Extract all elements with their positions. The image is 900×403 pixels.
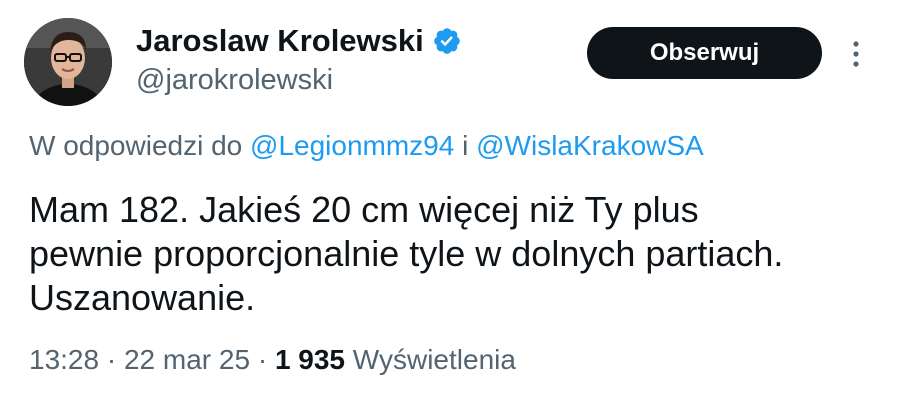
views-count: 1 935 — [274, 344, 346, 375]
mention-link-wislakrakowsa[interactable]: @WislaKrakowSA — [476, 130, 704, 161]
tweet-text-line: pewnie proporcjonalnie tyle w dolnych pa… — [29, 233, 784, 274]
avatar[interactable] — [24, 18, 112, 106]
avatar-photo-icon — [24, 18, 112, 106]
verified-badge-icon — [432, 26, 462, 56]
tweet-card: Jaroslaw Krolewski @jarokrolewski Obserw… — [0, 0, 900, 403]
meta-separator: · — [257, 344, 268, 375]
tweet-text: Mam 182. Jakieś 20 cm więcej niż Ty plus… — [29, 188, 879, 320]
reply-conjunction: i — [462, 130, 469, 161]
tweet-meta: 13:28 · 22 mar 25 · 1 935 Wyświetlenia — [29, 342, 516, 378]
tweet-text-line: Uszanowanie. — [29, 277, 256, 318]
reply-context: W odpowiedzi do @Legionmmz94 i @WislaKra… — [29, 128, 704, 164]
reply-prefix: W odpowiedzi do — [29, 130, 243, 161]
views-label: Wyświetlenia — [352, 344, 516, 375]
name-row: Jaroslaw Krolewski — [136, 22, 462, 60]
tweet-text-line: Mam 182. Jakieś 20 cm więcej niż Ty plus — [29, 189, 699, 230]
tweet-time[interactable]: 13:28 — [29, 344, 99, 375]
mention-link-legionmmz94[interactable]: @Legionmmz94 — [250, 130, 454, 161]
author-display-name[interactable]: Jaroslaw Krolewski — [136, 22, 424, 60]
more-vertical-icon — [853, 41, 859, 67]
follow-button[interactable]: Obserwuj — [587, 27, 822, 79]
meta-separator: · — [106, 344, 117, 375]
more-options-button[interactable] — [846, 34, 866, 74]
tweet-date[interactable]: 22 mar 25 — [124, 344, 250, 375]
author-handle[interactable]: @jarokrolewski — [136, 62, 333, 98]
